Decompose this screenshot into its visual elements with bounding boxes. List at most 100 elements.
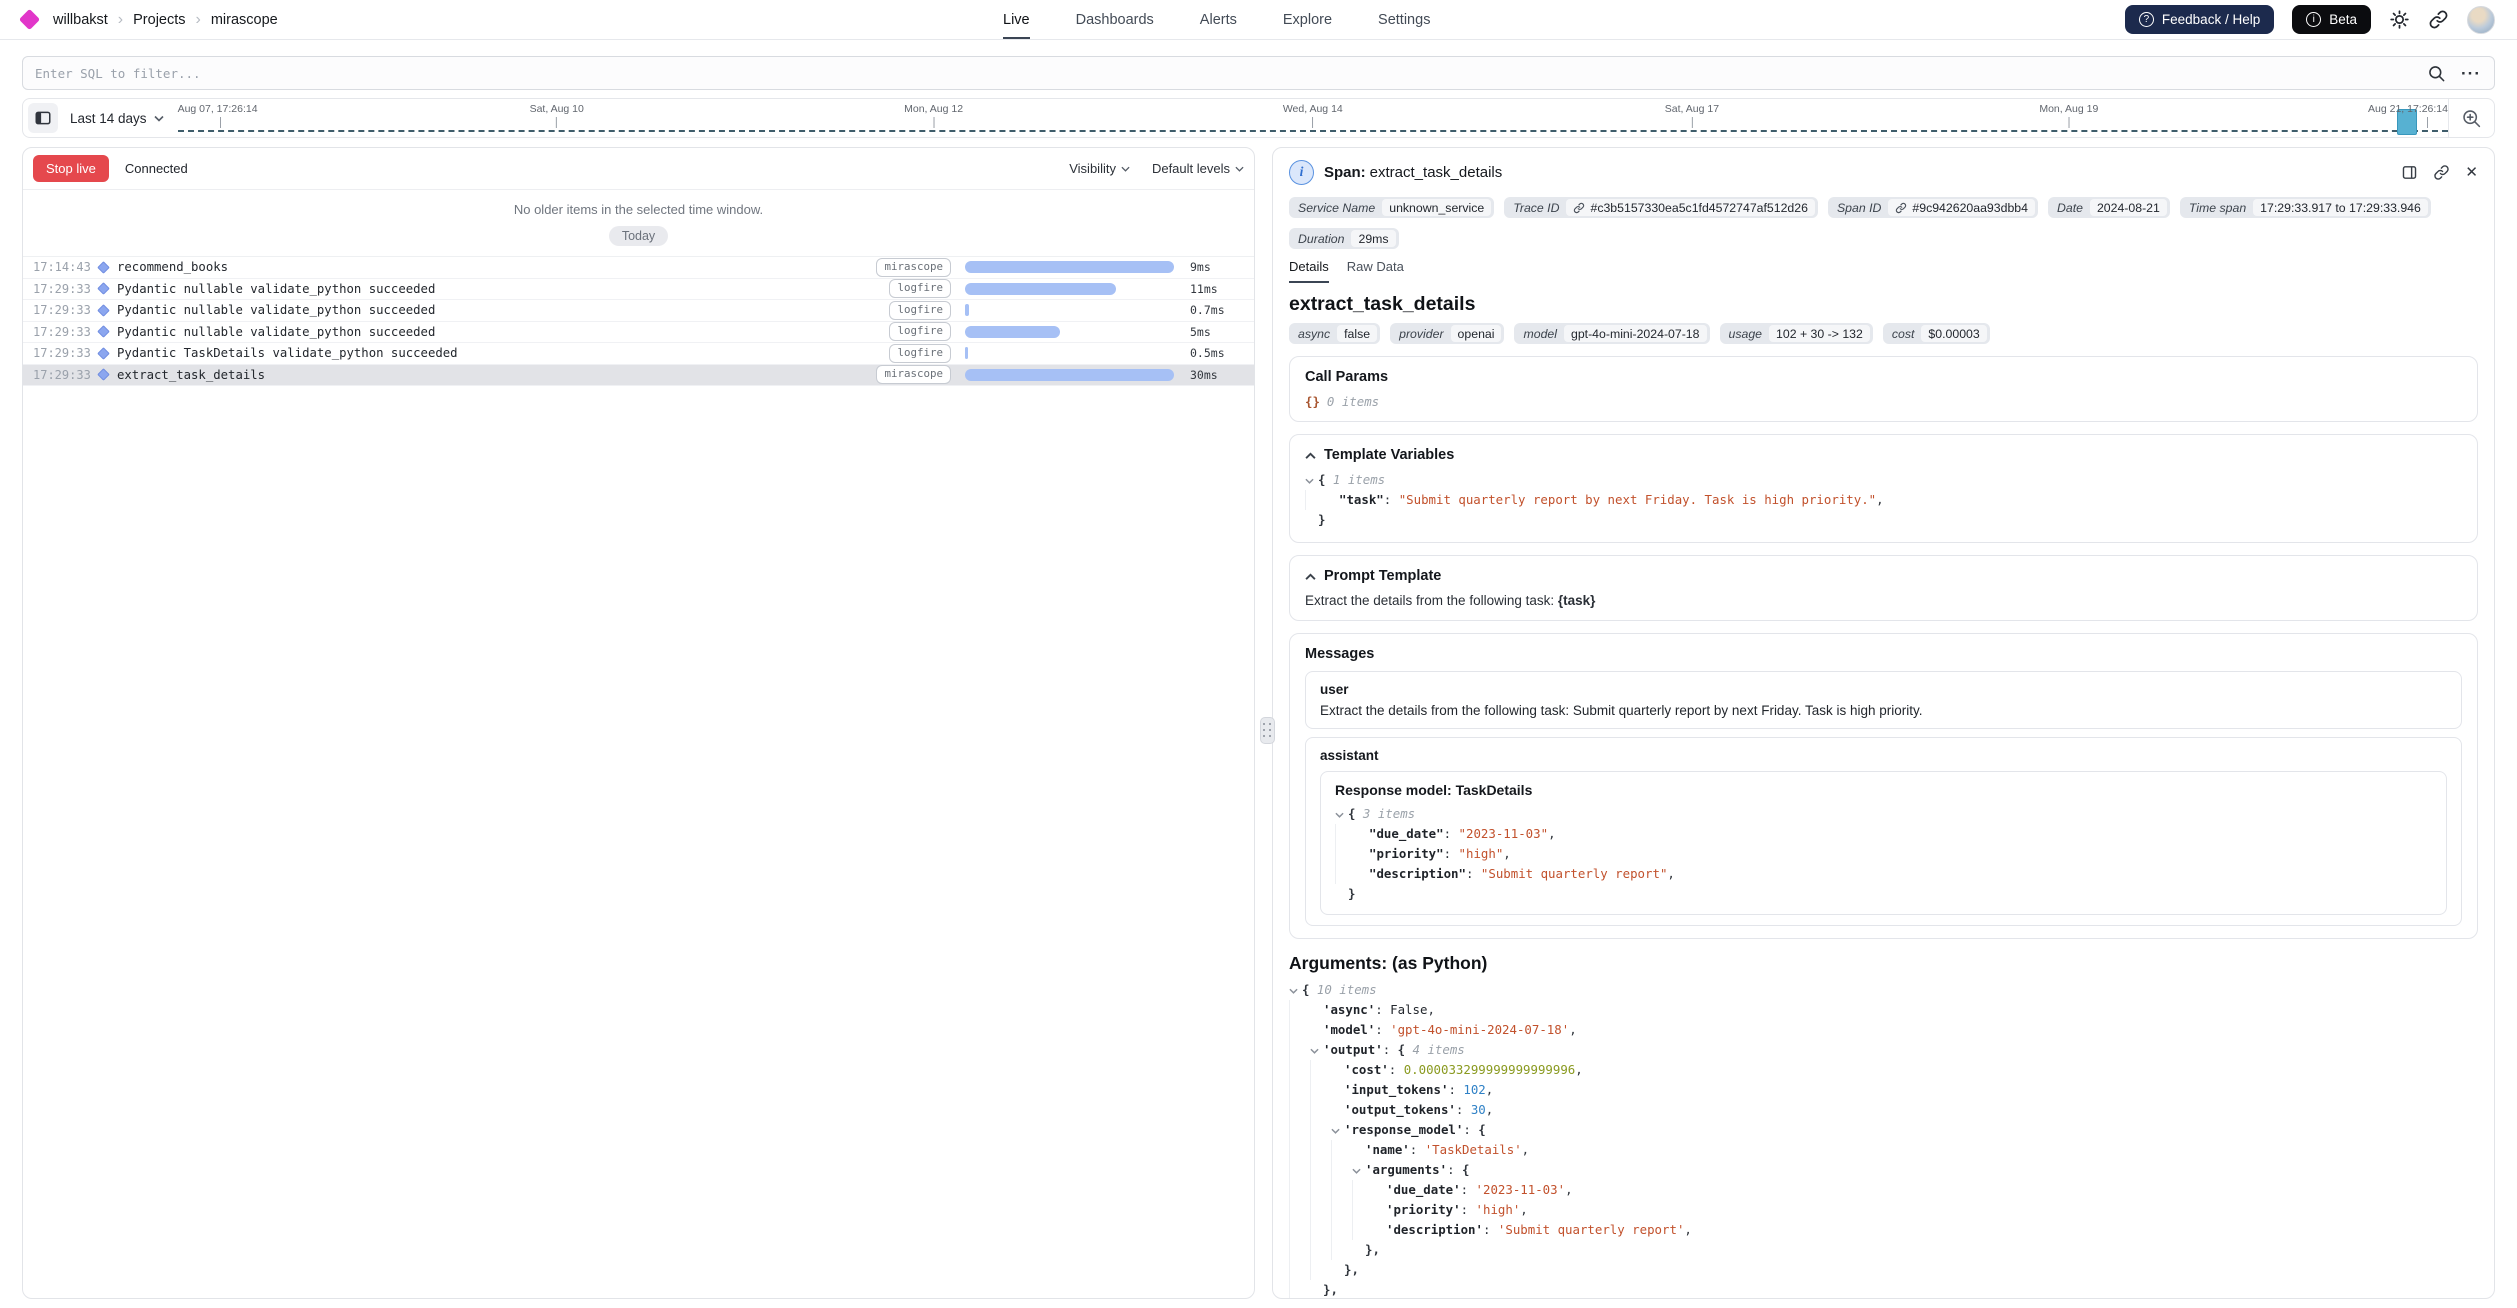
code-token: { [1478, 1122, 1485, 1137]
detail-tab-raw-data[interactable]: Raw Data [1347, 259, 1404, 283]
indent-guide [1310, 1080, 1331, 1100]
breadcrumb-item-projects[interactable]: Projects [133, 12, 185, 28]
tab-explore[interactable]: Explore [1283, 0, 1332, 39]
prompt-template-header[interactable]: Prompt Template [1305, 568, 2462, 585]
badge-value: 2024-08-21 [2090, 199, 2167, 216]
duration-bar [965, 369, 1174, 381]
breadcrumb-item-willbakst[interactable]: willbakst [53, 12, 108, 28]
log-rows: 17:14:43recommend_booksmirascope9ms17:29… [23, 256, 1254, 386]
code-token: 'high' [1476, 1202, 1521, 1217]
expand-chevron-icon[interactable] [1352, 1160, 1365, 1180]
code-token: "high" [1459, 846, 1504, 861]
code-token: } [1348, 886, 1355, 901]
code-line: 'priority': 'high', [1289, 1200, 2478, 1220]
code-token: "description" [1369, 866, 1466, 881]
timeline-tick-label: Sat, Aug 17 [1665, 103, 1719, 115]
timeline-tick: Aug 07, 17:26:14 [178, 103, 258, 128]
timeline-tick-mark [2068, 117, 2069, 128]
panel-resize-handle[interactable] [1260, 717, 1275, 744]
badge-value: unknown_service [1382, 199, 1491, 216]
expand-chevron-icon[interactable] [1331, 1120, 1344, 1140]
code-token: : [1461, 1182, 1476, 1197]
expand-chevron-icon[interactable] [1310, 1040, 1323, 1060]
link-icon [1895, 202, 1907, 214]
span-diamond-icon [97, 347, 110, 360]
timeline-track[interactable]: Aug 07, 17:26:14Sat, Aug 10Mon, Aug 12We… [178, 99, 2448, 137]
time-range-select[interactable]: Last 14 days [58, 111, 178, 126]
info-level-icon: i [1289, 160, 1314, 185]
default-levels-dropdown[interactable]: Default levels [1152, 161, 1244, 176]
indent-guide [1289, 1180, 1310, 1200]
code-token: , [1503, 846, 1510, 861]
collapse-chevron-icon[interactable] [1305, 573, 1316, 581]
badge-value-text: $0.00003 [1928, 327, 1979, 341]
expand-chevron-icon[interactable] [1305, 470, 1318, 490]
badge-label: Trace ID [1513, 201, 1559, 215]
visibility-dropdown[interactable]: Visibility [1069, 161, 1130, 176]
logfire-logo-icon[interactable] [19, 9, 40, 30]
feedback-help-button[interactable]: ? Feedback / Help [2125, 5, 2274, 34]
code-token: 102 [1463, 1082, 1485, 1097]
breadcrumb-item-mirascope[interactable]: mirascope [211, 12, 278, 28]
log-row[interactable]: 17:29:33Pydantic nullable validate_pytho… [23, 300, 1254, 322]
beta-button[interactable]: i Beta [2292, 5, 2371, 34]
sidebar-toggle-button[interactable] [28, 103, 58, 133]
log-row[interactable]: 17:29:33Pydantic nullable validate_pytho… [23, 322, 1254, 344]
copy-link-icon[interactable] [2433, 164, 2450, 181]
sql-filter-input[interactable] [22, 56, 2495, 90]
expand-chevron-icon[interactable] [1335, 804, 1348, 824]
log-row[interactable]: 17:29:33Pydantic TaskDetails validate_py… [23, 343, 1254, 365]
main-split: Stop live Connected Visibility Default l… [22, 147, 2495, 1299]
code-token: { [1398, 1042, 1413, 1057]
code-line: 'due_date': '2023-11-03', [1289, 1180, 2478, 1200]
tab-alerts[interactable]: Alerts [1200, 0, 1237, 39]
code-token: 'description' [1386, 1222, 1483, 1237]
badge-value-text: 17:29:33.917 to 17:29:33.946 [2260, 201, 2421, 215]
badge-label: model [1523, 327, 1557, 341]
code-token: , [1876, 492, 1883, 507]
more-options-icon[interactable]: ··· [2461, 65, 2481, 82]
breadcrumb-separator: › [196, 12, 201, 28]
timeline-tick-mark [556, 117, 557, 128]
breadcrumb-separator: › [118, 12, 123, 28]
badge-value: $0.00003 [1921, 325, 1986, 342]
timeline-tick-label: Mon, Aug 12 [904, 103, 963, 115]
tab-settings[interactable]: Settings [1378, 0, 1430, 39]
code-token: { [1348, 806, 1363, 821]
timeline-zoom-in-button[interactable] [2448, 99, 2494, 137]
messages-card: Messages user Extract the details from t… [1289, 633, 2478, 939]
template-variables-header[interactable]: Template Variables [1305, 447, 2462, 464]
stop-live-button[interactable]: Stop live [33, 155, 109, 182]
badge-value[interactable]: #c3b5157330ea5c1fd4572747af512d26 [1566, 199, 1814, 216]
code-line: 'model': 'gpt-4o-mini-2024-07-18', [1289, 1020, 2478, 1040]
code-line: 'arguments': { [1289, 1160, 2478, 1180]
search-icon[interactable] [2427, 64, 2446, 83]
visibility-label: Visibility [1069, 161, 1116, 176]
code-token: 'Submit quarterly report' [1498, 1222, 1685, 1237]
span-header: i Span:extract_task_details ✕ [1289, 158, 2478, 186]
log-row[interactable]: 17:29:33Pydantic nullable validate_pytho… [23, 279, 1254, 301]
tab-dashboards[interactable]: Dashboards [1076, 0, 1154, 39]
template-variables-title: Template Variables [1324, 447, 1454, 464]
duration-bar-track [965, 283, 1180, 295]
log-row[interactable]: 17:14:43recommend_booksmirascope9ms [23, 257, 1254, 279]
badge-value[interactable]: #9c942620aa93dbb4 [1888, 199, 2035, 216]
log-row[interactable]: 17:29:33extract_task_detailsmirascope30m… [23, 365, 1254, 387]
tag-logfire: logfire [889, 279, 951, 298]
detail-tab-details[interactable]: Details [1289, 259, 1329, 283]
theme-toggle-icon[interactable] [2389, 9, 2410, 30]
badge-value-text: openai [1458, 327, 1495, 341]
expand-chevron-icon[interactable] [1289, 980, 1302, 1000]
log-timestamp: 17:29:33 [33, 346, 97, 360]
layout-columns-icon[interactable] [2401, 164, 2418, 181]
timeline-tick-label: Aug 07, 17:26:14 [178, 103, 258, 115]
badge-label: Duration [1298, 232, 1344, 246]
code-token: 'output' [1323, 1042, 1383, 1057]
share-link-icon[interactable] [2428, 9, 2449, 30]
close-icon[interactable]: ✕ [2465, 163, 2478, 181]
tab-live[interactable]: Live [1003, 0, 1030, 39]
prompt-template-title: Prompt Template [1324, 568, 1441, 585]
collapse-chevron-icon[interactable] [1305, 452, 1316, 460]
user-avatar[interactable] [2467, 6, 2495, 34]
user-role-label: user [1320, 682, 2447, 697]
